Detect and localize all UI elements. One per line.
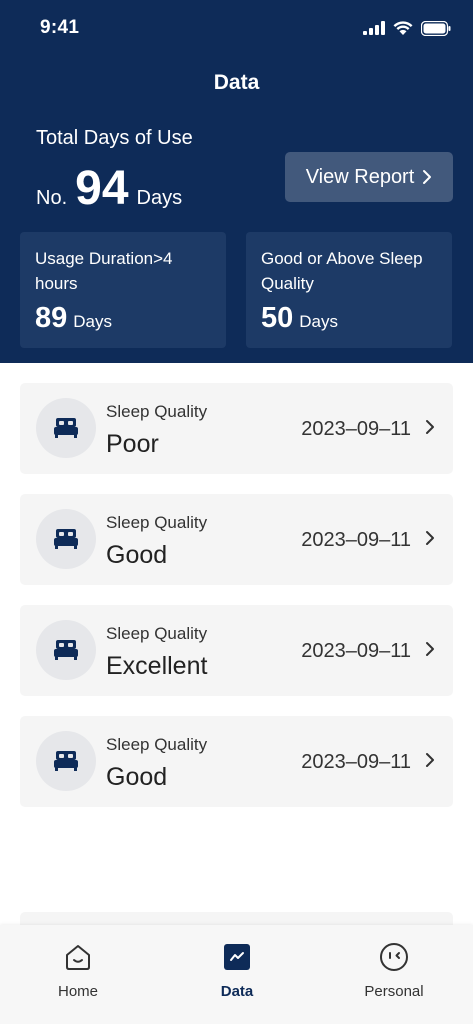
record-date: 2023–09–11 bbox=[301, 640, 411, 662]
bed-icon bbox=[36, 398, 96, 458]
signal-icon bbox=[363, 21, 385, 35]
status-time: 9:41 bbox=[40, 17, 80, 38]
stat-value-row: 50 Days bbox=[261, 302, 338, 335]
face-icon bbox=[334, 941, 454, 973]
view-report-button[interactable]: View Report bbox=[285, 152, 453, 202]
sleep-record-item[interactable]: Sleep Quality Poor 2023–09–11 bbox=[20, 383, 453, 474]
sleep-record-item[interactable]: Sleep Quality Good 2023–09–11 bbox=[20, 716, 453, 807]
chevron-right-icon bbox=[426, 753, 434, 767]
sleep-record-item[interactable]: Sleep Quality Excellent 2023–09–11 bbox=[20, 605, 453, 696]
status-icons bbox=[363, 18, 451, 38]
record-label: Sleep Quality bbox=[106, 624, 208, 643]
chevron-right-icon bbox=[426, 531, 434, 545]
chevron-right-icon bbox=[423, 170, 432, 184]
bed-icon bbox=[36, 620, 96, 680]
total-days-label: Total Days of Use bbox=[36, 127, 193, 149]
stat-value: 89 bbox=[35, 302, 68, 334]
record-date: 2023–09–11 bbox=[301, 751, 411, 773]
tab-personal[interactable]: Personal bbox=[334, 941, 454, 1000]
record-label: Sleep Quality bbox=[106, 402, 208, 421]
total-days-unit: Days bbox=[136, 187, 183, 209]
total-days-prefix: No. bbox=[36, 187, 68, 209]
stat-value-row: 89 Days bbox=[35, 302, 112, 335]
record-value: Good bbox=[106, 763, 168, 791]
page-title: Data bbox=[213, 71, 260, 94]
record-value: Excellent bbox=[106, 652, 208, 680]
record-date: 2023–09–11 bbox=[301, 529, 411, 551]
stat-unit: Days bbox=[73, 312, 112, 331]
record-date: 2023–09–11 bbox=[301, 418, 411, 440]
tab-data[interactable]: Data bbox=[177, 941, 297, 1000]
bed-icon bbox=[36, 731, 96, 791]
record-value: Poor bbox=[106, 430, 159, 458]
stat-label: Usage Duration>4 hours bbox=[35, 249, 173, 293]
chevron-right-icon bbox=[426, 642, 434, 656]
header: 9:41 Data Total Days of Use No. 94 Days … bbox=[0, 0, 473, 363]
total-days-row: No. 94 Days bbox=[36, 165, 182, 213]
stat-card-usage-duration: Usage Duration>4 hours 89 Days bbox=[20, 232, 226, 348]
view-report-label: View Report bbox=[305, 165, 415, 188]
battery-icon bbox=[421, 20, 451, 36]
wifi-icon bbox=[393, 20, 413, 35]
tab-label: Home bbox=[57, 983, 98, 1000]
record-value: Good bbox=[106, 541, 168, 569]
stat-value: 50 bbox=[261, 302, 294, 334]
stat-label: Good or Above Sleep Quality bbox=[261, 249, 423, 293]
record-label: Sleep Quality bbox=[106, 513, 208, 532]
tab-bar: Home Data Personal bbox=[0, 925, 473, 1024]
chevron-right-icon bbox=[426, 420, 434, 434]
tab-home[interactable]: Home bbox=[18, 941, 138, 1000]
status-bar: 9:41 bbox=[0, 0, 473, 54]
record-label: Sleep Quality bbox=[106, 735, 208, 754]
total-days-value: 94 bbox=[75, 162, 129, 215]
home-icon bbox=[18, 941, 138, 973]
stat-unit: Days bbox=[299, 312, 338, 331]
tab-label: Data bbox=[220, 983, 254, 1000]
chart-icon bbox=[177, 941, 297, 973]
sleep-record-item[interactable]: Sleep Quality Good 2023–09–11 bbox=[20, 494, 453, 585]
stat-card-sleep-quality: Good or Above Sleep Quality 50 Days bbox=[246, 232, 452, 348]
tab-label: Personal bbox=[364, 983, 424, 1000]
bed-icon bbox=[36, 509, 96, 569]
